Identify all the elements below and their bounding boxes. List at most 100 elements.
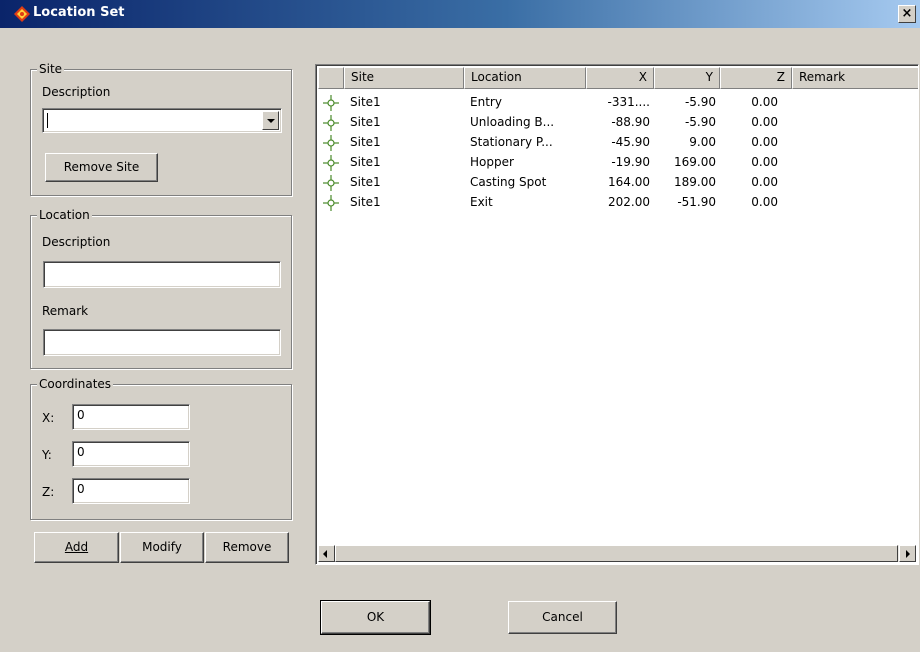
table-row[interactable]: Site1 Unloading B... -88.90 -5.90 0.00 [318, 113, 908, 133]
table-cell-location: Casting Spot [470, 175, 547, 189]
table-cell-y: -51.90 [677, 195, 716, 209]
column-remark-label: Remark [799, 70, 846, 84]
column-header-y[interactable]: Y [654, 67, 720, 89]
table-row[interactable]: Site1 Exit 202.00 -51.90 0.00 [318, 193, 908, 213]
add-label: Add [65, 540, 88, 554]
column-location-label: Location [471, 70, 522, 84]
table-cell-z: 0.00 [751, 95, 778, 109]
table-cell-location: Exit [470, 195, 493, 209]
location-remark-input[interactable] [43, 329, 281, 356]
scroll-left-icon [323, 550, 327, 558]
z-label: Z: [42, 485, 55, 499]
ok-button[interactable]: OK [320, 600, 431, 635]
table-cell-z: 0.00 [751, 135, 778, 149]
site-description-label: Description [42, 85, 111, 99]
table-row[interactable]: Site1 Hopper -19.90 169.00 0.00 [318, 153, 908, 173]
table-cell-site: Site1 [350, 95, 381, 109]
location-point-icon [323, 155, 339, 171]
y-input[interactable]: 0 [72, 441, 190, 467]
location-description-label: Description [42, 235, 111, 249]
y-value: 0 [77, 445, 85, 459]
add-label-text: Add [64, 540, 89, 554]
table-cell-x: -88.90 [611, 115, 650, 129]
site-description-combo[interactable] [42, 108, 282, 133]
column-header-x[interactable]: X [586, 67, 654, 89]
location-remark-label: Remark [42, 304, 89, 318]
app-logo-icon [14, 6, 30, 22]
column-z-label: Z [776, 70, 785, 84]
coordinates-group: Coordinates X: 0 Y: 0 Z: 0 [30, 377, 292, 520]
table-cell-location: Unloading B... [470, 115, 555, 129]
table-row[interactable]: Site1 Stationary P... -45.90 9.00 0.00 [318, 133, 908, 153]
site-group: Site Description Remove Site [30, 62, 292, 196]
coordinates-group-label: Coordinates [37, 377, 114, 391]
scroll-thumb[interactable] [335, 545, 898, 562]
location-description-input[interactable] [43, 261, 281, 288]
table-cell-site: Site1 [350, 195, 381, 209]
z-input[interactable]: 0 [72, 478, 190, 504]
scroll-right-icon [906, 550, 910, 558]
location-point-icon [323, 115, 339, 131]
table-cell-location: Hopper [470, 155, 514, 169]
table-cell-y: 169.00 [674, 155, 716, 169]
location-point-icon [323, 135, 339, 151]
column-site-label: Site [351, 70, 375, 84]
x-label: X: [42, 411, 55, 425]
modify-button[interactable]: Modify [120, 532, 204, 563]
location-group: Location Description Remark [30, 208, 292, 369]
modify-label: Modify [142, 540, 182, 554]
table-cell-site: Site1 [350, 175, 381, 189]
column-y-label: Y [705, 70, 713, 84]
location-point-icon [323, 95, 339, 111]
table-cell-y: -5.90 [684, 95, 716, 109]
scroll-right-button[interactable] [899, 545, 916, 562]
ok-label: OK [366, 610, 385, 624]
location-point-icon [323, 195, 339, 211]
table-cell-z: 0.00 [751, 195, 778, 209]
table-cell-x: -45.90 [611, 135, 650, 149]
table-cell-z: 0.00 [751, 115, 778, 129]
scroll-left-button[interactable] [318, 545, 335, 562]
site-group-label: Site [37, 62, 65, 76]
column-header-remark[interactable]: Remark [792, 67, 918, 89]
table-cell-x: -331.... [607, 95, 651, 109]
title-bar[interactable]: Location Set × [0, 0, 920, 28]
cancel-label: Cancel [542, 610, 583, 624]
table-cell-location: Entry [470, 95, 502, 109]
table-cell-y: 189.00 [674, 175, 716, 189]
remove-site-button[interactable]: Remove Site [45, 153, 158, 182]
remove-label: Remove [222, 540, 272, 554]
y-label: Y: [42, 448, 52, 462]
table-cell-x: -19.90 [611, 155, 650, 169]
chevron-down-icon[interactable] [262, 111, 279, 130]
x-input[interactable]: 0 [72, 404, 190, 430]
close-icon: × [901, 6, 913, 21]
table-cell-y: -5.90 [684, 115, 716, 129]
table-cell-x: 202.00 [608, 195, 650, 209]
add-button[interactable]: Add [34, 532, 119, 563]
table-cell-z: 0.00 [751, 155, 778, 169]
remove-button[interactable]: Remove [205, 532, 289, 563]
horizontal-scrollbar[interactable] [318, 545, 916, 562]
table-cell-site: Site1 [350, 115, 381, 129]
column-header-icon[interactable] [318, 67, 344, 89]
table-cell-site: Site1 [350, 155, 381, 169]
column-header-z[interactable]: Z [720, 67, 792, 89]
cancel-button[interactable]: Cancel [508, 601, 617, 634]
table-cell-x: 164.00 [608, 175, 650, 189]
table-row[interactable]: Site1 Casting Spot 164.00 189.00 0.00 [318, 173, 908, 193]
column-header-location[interactable]: Location [464, 67, 586, 89]
close-button[interactable]: × [898, 5, 916, 23]
remove-site-label: Remove Site [63, 160, 140, 174]
z-value: 0 [77, 482, 85, 496]
column-header-site[interactable]: Site [344, 67, 464, 89]
location-point-icon [323, 175, 339, 191]
x-value: 0 [77, 408, 85, 422]
table-cell-z: 0.00 [751, 175, 778, 189]
table-cell-y: 9.00 [689, 135, 716, 149]
table-row[interactable]: Site1 Entry -331.... -5.90 0.00 [318, 93, 908, 113]
window-title: Location Set [33, 5, 125, 20]
location-list[interactable]: Site Location X Y Z Remark Site1 Entry -33… [315, 64, 919, 565]
table-cell-location: Stationary P... [470, 135, 553, 149]
table-cell-site: Site1 [350, 135, 381, 149]
